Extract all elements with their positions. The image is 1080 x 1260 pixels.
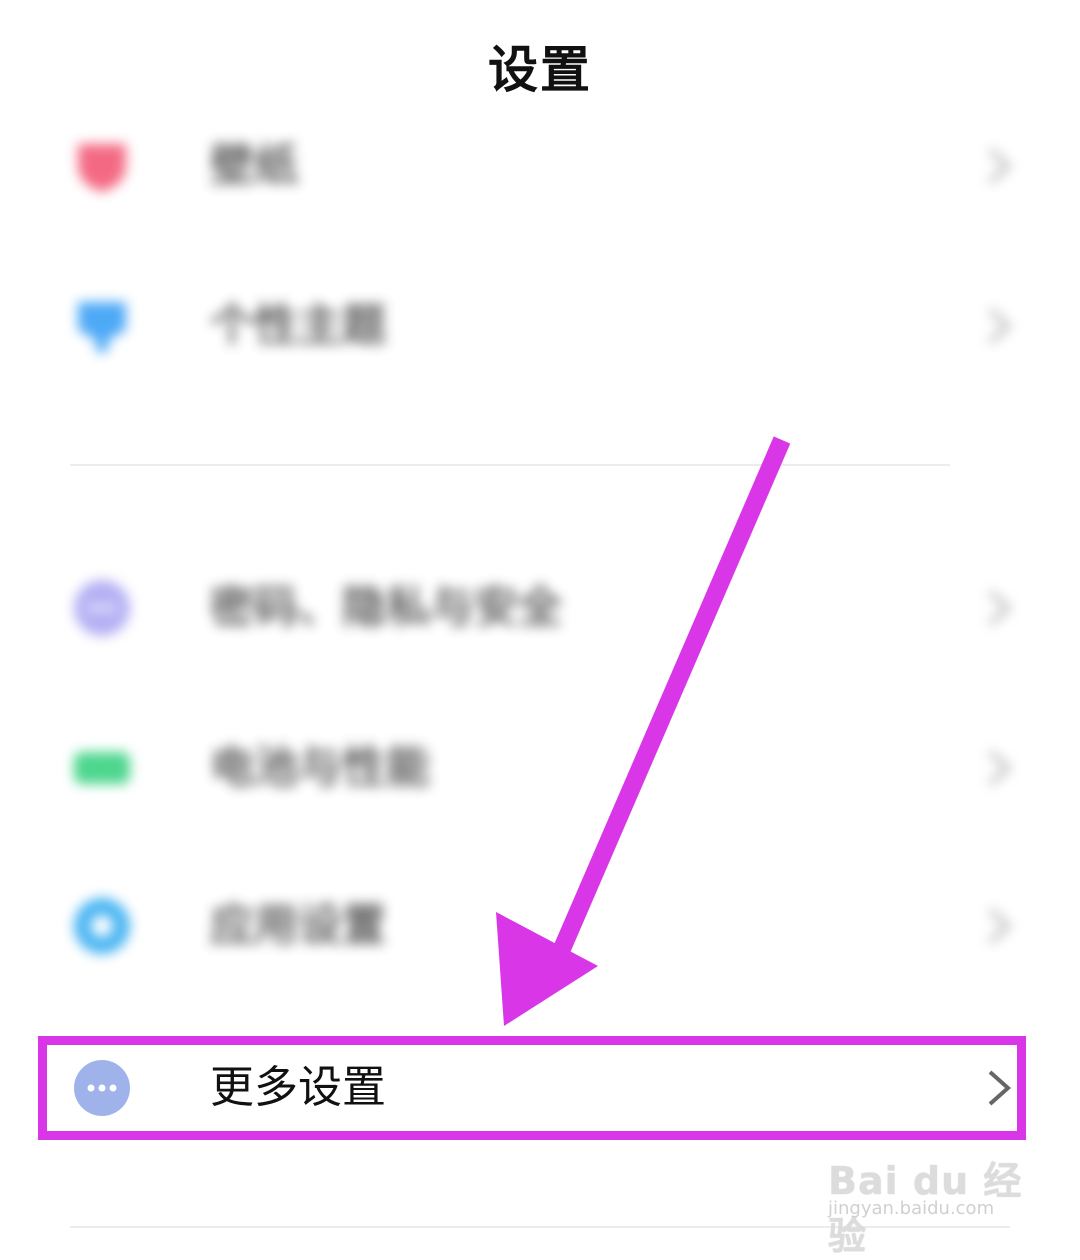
settings-item-label: 密码、隐私与安全 — [210, 582, 562, 633]
annotation-highlight-box — [38, 1036, 1026, 1140]
wallpaper-icon — [72, 136, 132, 196]
settings-item-battery[interactable]: 电池与性能 — [0, 708, 1080, 828]
settings-item-label: 壁纸 — [210, 140, 298, 191]
settings-item-label: 电池与性能 — [210, 742, 430, 793]
app-settings-icon — [72, 896, 132, 956]
privacy-icon — [72, 578, 132, 638]
battery-icon — [72, 738, 132, 798]
settings-item-label: 个性主题 — [210, 300, 386, 351]
chevron-right-icon — [984, 586, 1014, 630]
page-title: 设置 — [488, 41, 592, 99]
chevron-right-icon — [984, 144, 1014, 188]
chevron-right-icon — [984, 746, 1014, 790]
settings-item-theme[interactable]: 个性主题 — [0, 266, 1080, 386]
baidu-jingyan-watermark: Bai du 经验 jingyan.baidu.com — [828, 1128, 1028, 1258]
chevron-right-icon — [984, 904, 1014, 948]
section-divider — [70, 464, 950, 466]
watermark-sub: jingyan.baidu.com — [828, 1198, 995, 1219]
chevron-right-icon — [984, 304, 1014, 348]
settings-item-app-settings[interactable]: 应用设置 — [0, 866, 1080, 986]
theme-icon — [72, 296, 132, 356]
settings-item-wallpaper[interactable]: 壁纸 — [0, 106, 1080, 226]
settings-item-privacy[interactable]: 密码、隐私与安全 — [0, 548, 1080, 668]
settings-item-label: 应用设置 — [210, 900, 386, 951]
